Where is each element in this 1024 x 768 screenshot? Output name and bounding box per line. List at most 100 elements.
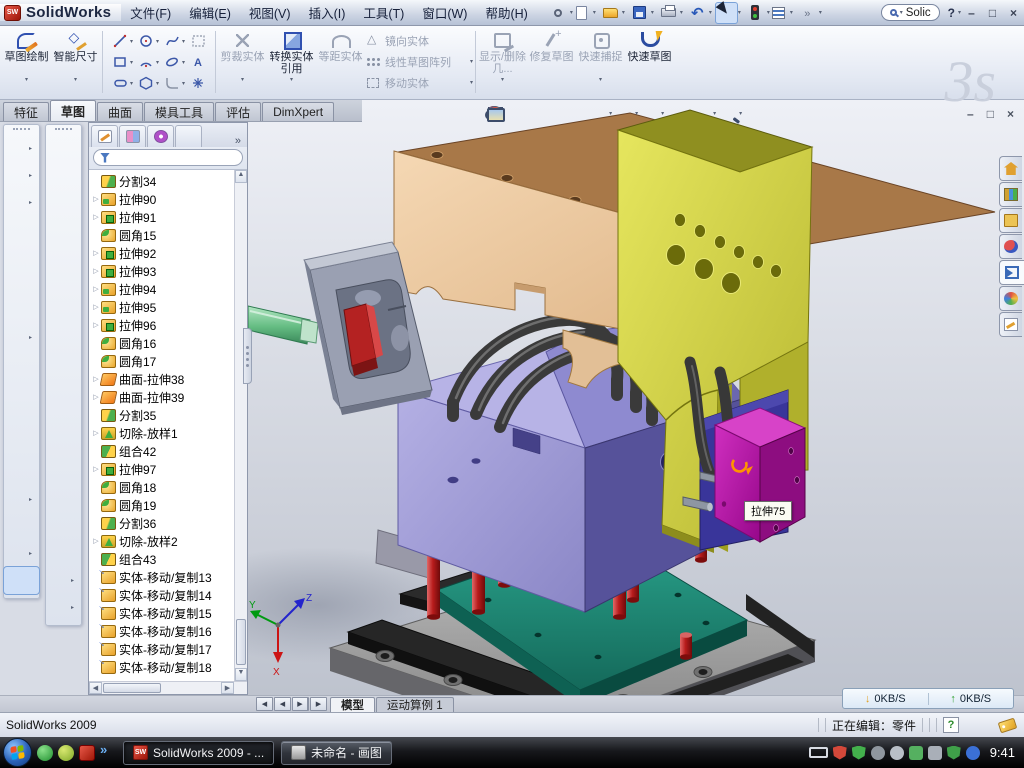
taskbar-clock[interactable]: 9:41 bbox=[990, 745, 1015, 760]
tree-item[interactable]: ▷ 实体-移动/复制18 bbox=[89, 658, 234, 676]
tree-item[interactable]: ▷ 分割35 bbox=[89, 406, 234, 424]
combine-icon[interactable]: ▸ bbox=[4, 432, 39, 459]
tree-filter-box[interactable] bbox=[93, 149, 243, 166]
tree-item[interactable]: ▷ 分割36 bbox=[89, 514, 234, 532]
security-icon[interactable] bbox=[58, 745, 74, 761]
tree-item[interactable]: ▷ 拉伸95 bbox=[89, 298, 234, 316]
select-arrow-icon[interactable]: ▾ bbox=[716, 3, 737, 23]
ribbon-stack-button[interactable]: 线性草图阵列▾ bbox=[365, 52, 473, 73]
keyboard-icon[interactable] bbox=[809, 747, 828, 758]
more-chevron-icon[interactable] bbox=[100, 745, 112, 761]
arc-icon[interactable]: ▾ bbox=[133, 52, 159, 73]
tree-item[interactable]: ▷ 组合43 bbox=[89, 550, 234, 568]
previous-record-icon[interactable]: ◀ bbox=[274, 697, 291, 711]
scroll-right-icon[interactable]: ▶ bbox=[221, 682, 234, 694]
search-input[interactable]: Solic bbox=[906, 7, 931, 19]
extruded-cut-icon[interactable]: ▸ bbox=[4, 270, 39, 297]
planar-surface-icon[interactable]: ▸ bbox=[46, 297, 81, 324]
view-orientation-icon[interactable]: ▾ bbox=[588, 104, 612, 123]
command-tab[interactable]: 曲面 bbox=[97, 102, 143, 121]
curve-2-icon[interactable]: ▸ bbox=[46, 594, 81, 621]
lofted-boss-icon[interactable]: ▸ bbox=[4, 243, 39, 270]
configuration-manager-icon[interactable] bbox=[147, 125, 174, 147]
thicken-icon[interactable]: ▸ bbox=[46, 351, 81, 378]
tree-item[interactable]: ▷ 实体-移动/复制16 bbox=[89, 622, 234, 640]
search-results-icon[interactable] bbox=[999, 234, 1022, 259]
options-list-icon[interactable]: ▾ bbox=[768, 3, 789, 23]
hide-show-items-icon[interactable]: ▾ bbox=[640, 104, 664, 123]
文件(F)[interactable]: 文件(F) bbox=[121, 0, 180, 25]
reference-point-2-icon[interactable]: ▸ bbox=[46, 567, 81, 594]
restore-button[interactable]: □ bbox=[982, 6, 1003, 20]
extruded-surface-icon[interactable]: ▸ bbox=[46, 189, 81, 216]
panel-expand-button[interactable]: » bbox=[231, 135, 245, 147]
tree-item[interactable]: ▷ 圆角16 bbox=[89, 334, 234, 352]
tree-item[interactable]: ▷ 组合42 bbox=[89, 442, 234, 460]
replace-face-icon[interactable]: ▸ bbox=[46, 432, 81, 459]
toolbar-drag-grip[interactable] bbox=[55, 128, 72, 132]
linear-pattern-icon[interactable]: ▸ bbox=[4, 324, 39, 351]
ribbon-button[interactable]: 转换实体引用▾ bbox=[267, 28, 316, 96]
tree-item[interactable]: ▷ 圆角18 bbox=[89, 478, 234, 496]
编辑(E)[interactable]: 编辑(E) bbox=[180, 0, 240, 25]
command-tab[interactable]: 模具工具 bbox=[144, 102, 214, 121]
插入(I)[interactable]: 插入(I) bbox=[300, 0, 355, 25]
tree-item[interactable]: ▷ 曲面-拉伸39 bbox=[89, 388, 234, 406]
lofted-surface-icon[interactable]: ▸ bbox=[46, 216, 81, 243]
camera-icon[interactable]: ▾ bbox=[718, 104, 742, 123]
sketch-fillet-icon[interactable]: ▾ bbox=[159, 73, 185, 94]
pin-icon[interactable]: ▾ bbox=[548, 3, 569, 23]
print-icon[interactable]: ▾ bbox=[658, 3, 679, 23]
home-icon[interactable] bbox=[999, 156, 1022, 181]
first-record-icon[interactable]: ◀ bbox=[256, 697, 273, 711]
ribbon-button[interactable]: 草图绘制▾ bbox=[2, 28, 51, 96]
expand-arrow-icon[interactable]: ▷ bbox=[91, 303, 101, 311]
expand-arrow-icon[interactable]: ▷ bbox=[91, 465, 101, 473]
ribbon-button[interactable]: 修复草图▾ bbox=[527, 28, 576, 96]
property-manager-icon[interactable] bbox=[119, 125, 146, 147]
command-tab[interactable]: 特征 bbox=[3, 102, 49, 121]
tags-icon[interactable] bbox=[998, 717, 1018, 733]
scrollbar-thumb[interactable] bbox=[103, 683, 161, 693]
tree-item[interactable]: ▷ 分割34 bbox=[89, 172, 234, 190]
expand-arrow-icon[interactable]: ▷ bbox=[91, 267, 101, 275]
save-icon[interactable]: ▾ bbox=[629, 3, 650, 23]
帮助(H)[interactable]: 帮助(H) bbox=[476, 0, 536, 25]
measure-icon[interactable]: ▸ bbox=[4, 567, 39, 594]
tree-item[interactable]: ▷ 圆角15 bbox=[89, 226, 234, 244]
move-copy-body-icon[interactable]: ▸ bbox=[4, 459, 39, 486]
revolved-boss-icon[interactable]: ▸ bbox=[4, 162, 39, 189]
point-icon[interactable] bbox=[185, 73, 211, 94]
scroll-up-icon[interactable]: ▲ bbox=[235, 170, 247, 183]
ribbon-button[interactable]: 等距实体▾ bbox=[316, 28, 365, 96]
new-document-icon[interactable]: ▾ bbox=[571, 3, 592, 23]
messenger-icon[interactable] bbox=[37, 745, 53, 761]
gear-icon[interactable] bbox=[871, 746, 885, 760]
scroll-left-icon[interactable]: ◀ bbox=[89, 682, 102, 694]
open-icon[interactable]: ▾ bbox=[600, 3, 621, 23]
tree-item[interactable]: ▷ 圆角19 bbox=[89, 496, 234, 514]
delete-face-icon[interactable]: ▸ bbox=[46, 459, 81, 486]
circle-icon[interactable]: ▾ bbox=[133, 31, 159, 52]
rotate-view-icon[interactable]: ▾ bbox=[536, 104, 560, 123]
tree-item[interactable]: ▷ 切除-放样2 bbox=[89, 532, 234, 550]
search-box[interactable]: ▾ Solic bbox=[881, 4, 940, 21]
boundary-surface-icon[interactable]: ▸ bbox=[46, 243, 81, 270]
taskbar-window-button[interactable]: SWSolidWorks 2009 - ... bbox=[123, 741, 274, 765]
zoom-area-icon[interactable]: ▾ bbox=[510, 104, 534, 123]
display-style-icon[interactable]: ▾ bbox=[614, 104, 638, 123]
feature-manager-icon[interactable] bbox=[91, 125, 118, 147]
tree-item[interactable]: ▷ 切除-放样1 bbox=[89, 424, 234, 442]
tree-item[interactable]: ▷ 圆角17 bbox=[89, 352, 234, 370]
cylinder-icon[interactable]: ▸ bbox=[46, 540, 81, 567]
rebuild-traffic-icon[interactable]: ▾ bbox=[745, 3, 766, 23]
rib-icon[interactable]: ▸ bbox=[4, 351, 39, 378]
next-record-icon[interactable]: ▶ bbox=[292, 697, 309, 711]
slot-icon[interactable]: ▾ bbox=[107, 73, 133, 94]
command-tab[interactable]: 评估 bbox=[215, 102, 261, 121]
panel-splitter[interactable] bbox=[243, 328, 252, 384]
sync-blocked-icon[interactable] bbox=[966, 746, 980, 760]
tree-item[interactable]: ▷ 实体-移动/复制17 bbox=[89, 640, 234, 658]
tree-item[interactable]: ▷ 拉伸93 bbox=[89, 262, 234, 280]
design-library-icon[interactable] bbox=[999, 182, 1022, 207]
